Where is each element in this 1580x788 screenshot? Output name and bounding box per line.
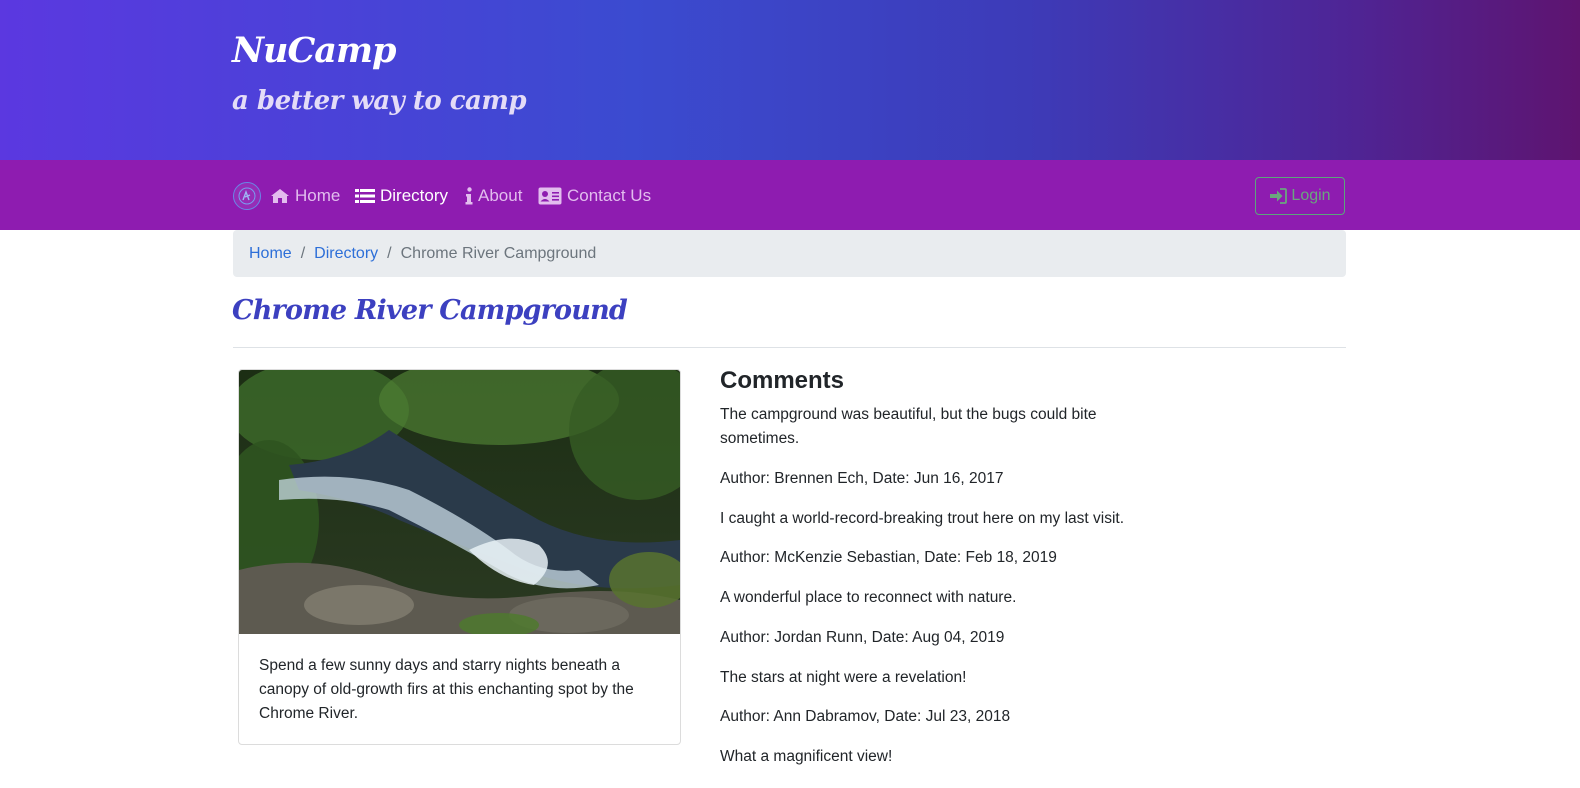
nav-contact-label: Contact Us	[567, 186, 652, 205]
campsite-description: Spend a few sunny days and starry nights…	[259, 657, 634, 722]
comment-text: The stars at night were a revelation!	[720, 669, 967, 686]
campsite-card: Spend a few sunny days and starry nights…	[238, 369, 681, 745]
nav-about[interactable]: About	[465, 182, 522, 210]
info-icon	[465, 187, 473, 205]
comment-text: The campground was beautiful, but the bu…	[720, 406, 1097, 447]
brand-title: NuCamp	[232, 30, 396, 71]
nav-about-label: About	[478, 186, 523, 205]
brand-tagline: a better way to camp	[232, 86, 527, 116]
breadcrumb-separator: /	[300, 244, 306, 262]
header-jumbotron	[0, 0, 1580, 160]
breadcrumb-separator: /	[387, 244, 392, 262]
nav-directory[interactable]: Directory	[355, 182, 448, 210]
comment-author: Author: McKenzie Sebastian, Date: Feb 18…	[720, 549, 1057, 566]
address-card-icon	[538, 187, 562, 205]
nav-contact[interactable]: Contact Us	[538, 182, 651, 210]
login-button[interactable]: Login	[1255, 177, 1345, 215]
comment-text: What a magnificent view!	[720, 748, 893, 765]
list-icon	[355, 189, 375, 203]
sign-in-icon	[1270, 188, 1288, 204]
breadcrumb-current: Chrome River Campground	[400, 244, 597, 262]
login-label: Login	[1291, 187, 1331, 204]
comment-text: A wonderful place to reconnect with natu…	[720, 589, 1017, 606]
nucamp-logo-icon[interactable]	[233, 182, 261, 210]
home-icon	[271, 189, 289, 203]
nav-directory-label: Directory	[380, 186, 449, 205]
page-title: Chrome River Campground	[232, 295, 628, 326]
title-divider	[233, 347, 1346, 348]
breadcrumb-directory[interactable]: Directory	[314, 245, 378, 263]
comment-author: Author: Ann Dabramov, Date: Jul 23, 2018	[720, 708, 1011, 725]
nav-home-label: Home	[295, 186, 341, 205]
comment-author: Author: Jordan Runn, Date: Aug 04, 2019	[720, 629, 1005, 646]
campsite-image	[239, 370, 680, 634]
nav-home[interactable]: Home	[270, 182, 340, 210]
comments-heading: Comments	[720, 367, 845, 394]
comment-text: I caught a world-record-breaking trout h…	[720, 510, 1125, 527]
breadcrumb-home[interactable]: Home	[249, 245, 292, 263]
comment-author: Author: Brennen Ech, Date: Jun 16, 2017	[720, 470, 1004, 487]
breadcrumb: Home / Directory / Chrome River Campgrou…	[233, 230, 1346, 277]
